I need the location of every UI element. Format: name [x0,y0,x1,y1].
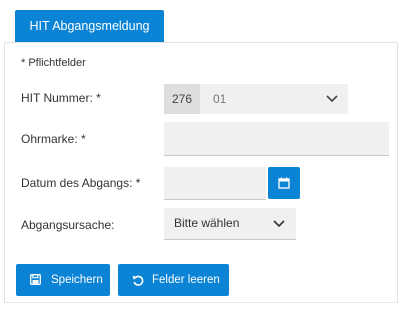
floppy-disk-icon [30,274,41,285]
clear-fields-button-label: Felder leeren [152,274,220,286]
panel-divider [4,302,398,303]
abgangsursache-label: Abgangsursache: [21,218,115,232]
hit-nummer-label: HIT Nummer: * [21,91,101,105]
tab-hit-abgangsmeldung[interactable]: HIT Abgangsmeldung [15,10,164,42]
calendar-button[interactable] [268,167,300,199]
chevron-down-icon [273,220,285,228]
hit-nummer-value: 01 [213,92,227,106]
hit-country-prefix: 276 [164,84,200,114]
reset-icon [132,275,144,286]
ohrmarke-input[interactable] [164,122,389,156]
calendar-icon [278,177,290,189]
datum-label: Datum des Abgangs: * [21,176,141,190]
abgangsursache-select[interactable]: Bitte wählen [164,208,296,240]
abgangsursache-selected: Bitte wählen [174,216,240,230]
ohrmarke-label: Ohrmarke: * [21,132,86,146]
save-button-label: Speichern [51,274,103,286]
save-button[interactable]: Speichern [16,264,110,296]
chevron-down-icon [326,95,338,103]
clear-fields-button[interactable]: Felder leeren [118,264,229,296]
required-fields-note: * Pflichtfelder [21,57,86,69]
datum-input[interactable] [164,167,266,200]
hit-nummer-select[interactable]: 01 [200,84,348,114]
